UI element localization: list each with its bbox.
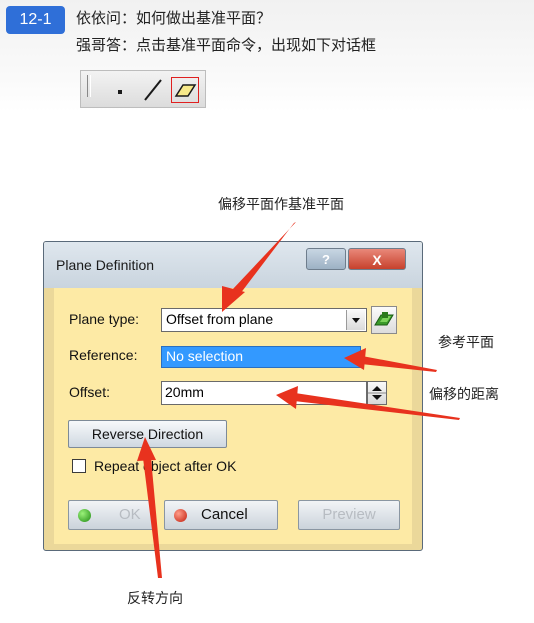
plane-type-label: Plane type: <box>69 311 140 327</box>
plane-type-select[interactable]: Offset from plane <box>161 308 367 332</box>
chevron-down-icon[interactable] <box>346 310 365 330</box>
dialog-title: Plane Definition <box>56 257 155 273</box>
help-button[interactable]: ? <box>306 248 346 270</box>
offset-label: Offset: <box>69 384 110 400</box>
reference-label: Reference: <box>69 347 138 363</box>
ok-button[interactable]: OK <box>68 500 154 530</box>
reference-elements-toolbar <box>80 70 206 108</box>
question-text: 依依问：如何做出基准平面？ <box>76 9 272 27</box>
annotation-reference-plane: 参考平面 <box>438 335 494 351</box>
ok-label: OK <box>119 506 141 523</box>
toolbar-grip[interactable] <box>87 75 91 97</box>
close-button[interactable]: X <box>348 248 406 270</box>
plane-type-value: Offset from plane <box>166 311 274 327</box>
dialog-titlebar[interactable]: Plane Definition ? X <box>44 242 422 288</box>
cancel-label: Cancel <box>201 506 248 523</box>
annotation-offset-plane: 偏移平面作基准平面 <box>218 197 344 213</box>
cancel-icon <box>174 509 187 522</box>
plane-definition-dialog: Plane Definition ? X Plane type: Offset … <box>43 241 423 551</box>
reference-field[interactable]: No selection <box>161 346 361 368</box>
offset-input[interactable]: 20mm <box>161 381 367 405</box>
preview-button[interactable]: Preview <box>298 500 400 530</box>
offset-value: 20mm <box>165 384 204 400</box>
repeat-object-label: Repeat object after OK <box>94 458 237 474</box>
annotation-offset-distance: 偏移的距离 <box>429 387 499 403</box>
cancel-button[interactable]: Cancel <box>164 500 278 530</box>
plane-options-icon[interactable] <box>371 306 397 334</box>
section-badge: 12-1 <box>6 6 65 34</box>
line-icon[interactable] <box>139 77 167 103</box>
point-icon[interactable] <box>107 77 135 103</box>
repeat-object-checkbox[interactable] <box>72 459 86 473</box>
dialog-body: Plane type: Offset from plane Reference:… <box>54 288 412 544</box>
answer-text: 强哥答：点击基准平面命令，出现如下对话框 <box>76 36 377 54</box>
reference-value: No selection <box>166 348 244 364</box>
plane-icon[interactable] <box>171 77 199 103</box>
ok-icon <box>78 509 91 522</box>
annotation-reverse-direction: 反转方向 <box>127 591 183 607</box>
reverse-direction-button[interactable]: Reverse Direction <box>68 420 227 448</box>
offset-spinner[interactable] <box>367 381 387 405</box>
